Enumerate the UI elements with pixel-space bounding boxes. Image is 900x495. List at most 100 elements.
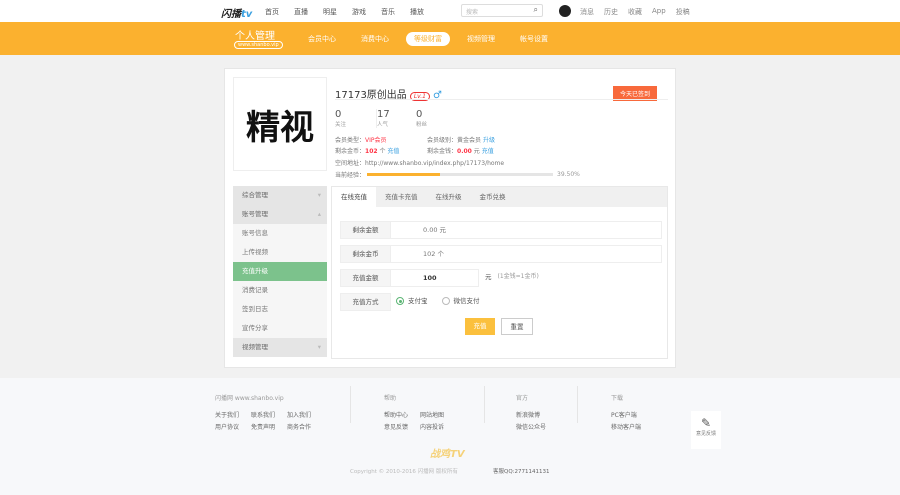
footer-link[interactable]: 移动客户端 <box>611 422 641 431</box>
tab-online-upgrade[interactable]: 在线升级 <box>427 187 471 207</box>
search-icon[interactable]: ⌕ <box>534 5 538 15</box>
top-nav: 首页 直播 明星 游戏 音乐 播放 <box>265 7 424 17</box>
tab-video-manage[interactable]: 视频管理 <box>459 32 503 46</box>
tab-level-wealth[interactable]: 等级财富 <box>406 32 450 46</box>
nav-item[interactable]: 播放 <box>410 7 424 17</box>
tab-online-recharge[interactable]: 在线充值 <box>332 187 376 207</box>
submit-recharge-button[interactable]: 充值 <box>465 318 495 335</box>
site-logo[interactable]: 闪播tv <box>221 5 252 20</box>
footer-link[interactable]: 联系我们 <box>251 410 275 419</box>
footer-official: 官方 新浪微博 微信公众号 <box>516 393 546 431</box>
member-level: 会员级别：黄金会员 升级 <box>427 135 495 144</box>
footer-link[interactable]: 帮助中心 <box>384 410 408 419</box>
coins-info: 剩余金币：102 个 充值 <box>335 146 399 155</box>
recharge-link[interactable]: 充值 <box>387 148 399 155</box>
stat-label: 人气 <box>377 122 389 128</box>
stat-follow[interactable]: 0 关注 <box>335 109 346 128</box>
footer-link[interactable]: 新浪微博 <box>516 410 546 419</box>
copyright: Copyright © 2010-2016 闪播网 版权所有 <box>350 469 458 475</box>
footer-help: 帮助 帮助中心 网站地图 意见反馈 内容投诉 <box>384 393 444 431</box>
footer-link[interactable]: 网站地图 <box>420 410 444 419</box>
sidebar-item[interactable]: 签到日志 <box>233 300 327 319</box>
main-nav: 会员中心 消费中心 等级财富 视频管理 帐号设置 <box>300 32 565 46</box>
edit-icon: ✎ <box>700 416 712 430</box>
exp-fill <box>367 173 441 176</box>
stat-popularity: 17 人气 <box>376 109 390 128</box>
label: 剩余金钱： <box>427 148 458 155</box>
reset-button[interactable]: 重置 <box>501 318 533 335</box>
value: 0.00 元 <box>391 221 662 239</box>
tab-account-settings[interactable]: 帐号设置 <box>512 32 556 46</box>
stat-fans[interactable]: 0 粉丝 <box>416 109 427 128</box>
tab-member-center[interactable]: 会员中心 <box>300 32 344 46</box>
upgrade-link[interactable]: 升级 <box>483 137 495 144</box>
footer-link[interactable]: 关于我们 <box>215 410 239 419</box>
recharge-link[interactable]: 充值 <box>482 148 494 155</box>
sidebar-item[interactable]: 综合管理 <box>233 186 327 205</box>
amount-row: 充值金额 100 元 (1金钱=1金币) <box>340 269 539 287</box>
link-favorites[interactable]: 收藏 <box>628 7 642 17</box>
unit: 元 <box>485 273 492 281</box>
sidebar-item[interactable]: 上传视频 <box>233 243 327 262</box>
value: 0.00 <box>457 148 472 155</box>
user-avatar-logo: 精视 <box>233 77 327 171</box>
footer: 闪播网 www.shanbo.vip 关于我们 联系我们 加入我们 用户协议 免责声明… <box>0 378 900 495</box>
sidebar-item[interactable]: 消费记录 <box>233 281 327 300</box>
feedback-button[interactable]: ✎ 意见反馈 <box>691 411 721 449</box>
link-upload[interactable]: 投稿 <box>676 7 690 17</box>
footer-link[interactable]: 免责声明 <box>251 422 275 431</box>
tab-consume-center[interactable]: 消费中心 <box>353 32 397 46</box>
search-input[interactable]: 搜索 ⌕ <box>461 4 543 17</box>
footer-link[interactable]: 微信公众号 <box>516 422 546 431</box>
footer-link[interactable]: 用户协议 <box>215 422 239 431</box>
tab-coin-exchange[interactable]: 金币兑换 <box>471 187 515 207</box>
space-address: 空间地址：http://www.shanbo.vip/index.php/171… <box>335 158 504 167</box>
nav-item[interactable]: 首页 <box>265 7 279 17</box>
page-subtitle: www.shanbo.vip <box>234 41 283 49</box>
amount-input[interactable]: 100 <box>391 269 479 287</box>
radio-alipay[interactable]: 支付宝 <box>396 293 428 311</box>
link-history[interactable]: 历史 <box>604 7 618 17</box>
nav-item[interactable]: 音乐 <box>381 7 395 17</box>
exp-percent: 39.50% <box>557 171 580 178</box>
link-app[interactable]: App <box>652 7 666 17</box>
sidebar-item[interactable]: 充值升级 <box>233 262 327 281</box>
footer-link[interactable]: 商务合作 <box>287 422 311 431</box>
sidebar-item[interactable]: 账号信息 <box>233 224 327 243</box>
nav-item[interactable]: 直播 <box>294 7 308 17</box>
sidebar: 综合管理账号管理账号信息上传视频充值升级消费记录签到日志宣传分享视频管理 <box>233 186 327 357</box>
label: 充值方式 <box>340 293 391 311</box>
footer-logo: 战鸡TV <box>430 449 465 460</box>
tab-card-recharge[interactable]: 充值卡充值 <box>376 187 427 207</box>
label: 空间地址： <box>335 160 366 167</box>
footer-link[interactable]: 意见反馈 <box>384 422 408 431</box>
unit: 元 <box>473 148 480 155</box>
user-links: 消息 历史 收藏 App 投稿 <box>580 7 690 17</box>
sidebar-item[interactable]: 账号管理 <box>233 205 327 224</box>
method-row: 充值方式 支付宝 微信支付 <box>340 293 480 311</box>
footer-link[interactable]: PC客户端 <box>611 410 641 419</box>
stat-label: 粉丝 <box>416 122 428 128</box>
footer-heading: 闪播网 www.shanbo.vip <box>215 395 284 402</box>
space-url[interactable]: http://www.shanbo.vip/index.php/17173/ho… <box>365 160 504 167</box>
customer-service-qq: 客服QQ:2771141131 <box>493 469 550 475</box>
feedback-label: 意见反馈 <box>695 431 716 437</box>
page-title: 个人管理 <box>235 31 275 42</box>
nav-item[interactable]: 游戏 <box>352 7 366 17</box>
nav-item[interactable]: 明星 <box>323 7 337 17</box>
divider <box>350 386 351 423</box>
sidebar-item[interactable]: 宣传分享 <box>233 319 327 338</box>
coins-row: 剩余金币 102 个 <box>340 245 662 263</box>
footer-link[interactable]: 内容投诉 <box>420 422 444 431</box>
value: VIP会员 <box>365 137 387 144</box>
exp-progress-bar <box>367 173 553 176</box>
header-band: 个人管理 www.shanbo.vip 会员中心 消费中心 等级财富 视频管理 … <box>0 22 900 55</box>
label: 剩余金币： <box>335 148 366 155</box>
radio-wechat[interactable]: 微信支付 <box>441 293 480 311</box>
label: 支付宝 <box>408 297 428 305</box>
footer-link[interactable]: 加入我们 <box>287 410 311 419</box>
sidebar-item[interactable]: 视频管理 <box>233 338 327 357</box>
avatar[interactable] <box>559 5 571 17</box>
link-messages[interactable]: 消息 <box>580 7 594 17</box>
footer-heading: 帮助 <box>384 395 397 402</box>
